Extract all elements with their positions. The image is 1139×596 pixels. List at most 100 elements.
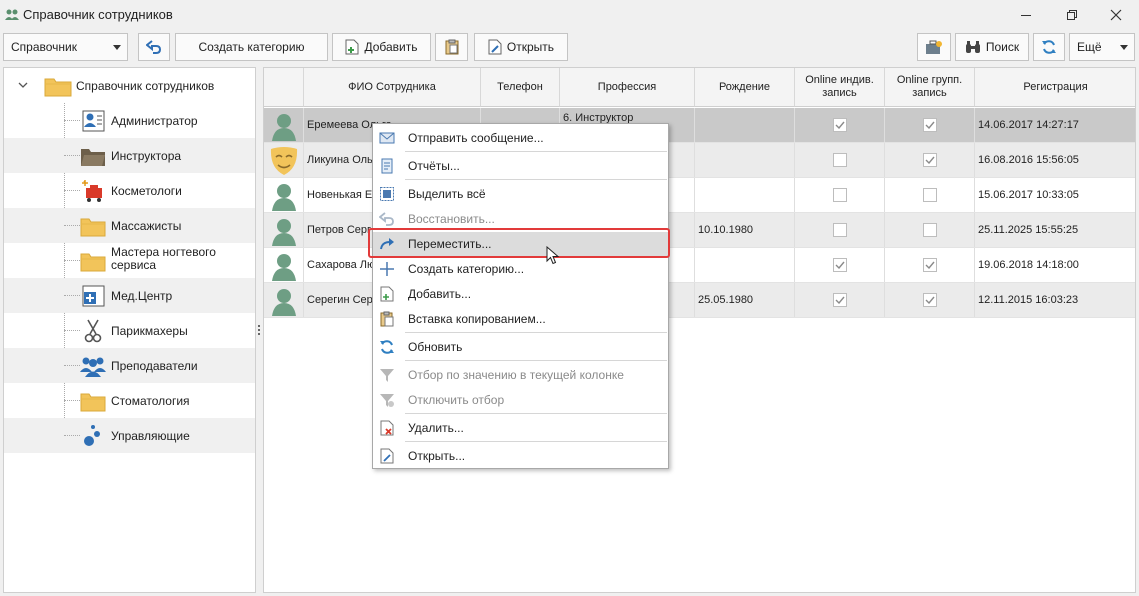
column-header-online-group[interactable]: Online групп. запись bbox=[885, 68, 975, 107]
checkbox[interactable] bbox=[923, 153, 937, 167]
context-menu: Отправить сообщение... Отчёты... Выделит… bbox=[372, 123, 669, 469]
cell-birth: 25.05.1980 bbox=[695, 283, 795, 317]
checkmark-icon bbox=[835, 261, 845, 269]
add-label: Добавить bbox=[364, 40, 418, 54]
column-header-avatar[interactable] bbox=[264, 68, 304, 107]
role-button[interactable] bbox=[917, 33, 951, 61]
app-people-icon bbox=[5, 9, 19, 20]
menu-item-disable-filter[interactable]: Отключить отбор bbox=[373, 388, 668, 412]
undo-icon bbox=[146, 40, 162, 54]
report-icon bbox=[381, 158, 393, 174]
menu-item-select-all[interactable]: Выделить всё bbox=[373, 182, 668, 206]
message-icon bbox=[379, 132, 395, 144]
tree-item-nail-masters[interactable]: Мастера ногтевого сервиса bbox=[4, 243, 255, 278]
tree-root-label: Справочник сотрудников bbox=[76, 79, 215, 93]
checkbox[interactable] bbox=[923, 188, 937, 202]
create-category-label: Создать категорию bbox=[198, 40, 305, 54]
cell-registration: 16.08.2016 15:56:05 bbox=[975, 143, 1135, 177]
tree-item-administrator[interactable]: Администратор bbox=[4, 103, 255, 138]
checkmark-icon bbox=[925, 121, 935, 129]
highlight-annotation bbox=[368, 228, 670, 258]
mask-icon bbox=[270, 147, 298, 175]
column-header-birth[interactable]: Рождение bbox=[695, 68, 795, 107]
tree-item-medical-center[interactable]: Мед.Центр bbox=[4, 278, 255, 313]
search-button[interactable]: Поиск bbox=[955, 33, 1029, 61]
tree-item-hairdressers[interactable]: Парикмахеры bbox=[4, 313, 255, 348]
column-header-online-individual[interactable]: Online индив. запись bbox=[795, 68, 885, 107]
plus-icon bbox=[380, 262, 394, 276]
person-icon bbox=[272, 289, 296, 316]
cell-online-group bbox=[885, 143, 975, 177]
checkmark-icon bbox=[835, 121, 845, 129]
column-header-phone[interactable]: Телефон bbox=[481, 68, 560, 107]
tree-item-dentistry[interactable]: Стоматология bbox=[4, 383, 255, 418]
tree-item-label: Стоматология bbox=[111, 394, 190, 408]
checkbox[interactable] bbox=[923, 258, 937, 272]
menu-item-delete[interactable]: Удалить... bbox=[373, 416, 668, 440]
tree-item-teachers[interactable]: Преподаватели bbox=[4, 348, 255, 383]
menu-item-send-message[interactable]: Отправить сообщение... bbox=[373, 126, 668, 150]
cell-avatar bbox=[264, 248, 304, 282]
open-doc-icon bbox=[488, 39, 502, 55]
mouse-cursor-icon bbox=[546, 246, 560, 265]
close-button[interactable] bbox=[1093, 0, 1139, 30]
minimize-button[interactable] bbox=[1003, 0, 1049, 30]
undo-button[interactable] bbox=[138, 33, 170, 61]
checkbox[interactable] bbox=[923, 118, 937, 132]
checkmark-icon bbox=[925, 296, 935, 304]
tree-item-label: Мед.Центр bbox=[111, 289, 173, 303]
checkbox[interactable] bbox=[923, 223, 937, 237]
menu-item-open[interactable]: Открыть... bbox=[373, 444, 668, 468]
checkbox[interactable] bbox=[833, 188, 847, 202]
column-header-name[interactable]: ФИО Сотрудника bbox=[304, 68, 481, 107]
tree-item-label: Массажисты bbox=[111, 219, 182, 233]
chevron-down-icon[interactable] bbox=[18, 82, 28, 89]
tree-root-item[interactable]: Справочник сотрудников bbox=[4, 68, 255, 103]
menu-item-paste-copy[interactable]: Вставка копированием... bbox=[373, 307, 668, 331]
menu-item-filter-by-value[interactable]: Отбор по значению в текущей колонке bbox=[373, 363, 668, 387]
create-category-button[interactable]: Создать категорию bbox=[175, 33, 328, 61]
mode-select-value: Справочник bbox=[11, 40, 77, 54]
cell-online-individual bbox=[795, 108, 885, 142]
admin-card-icon bbox=[82, 110, 105, 132]
checkmark-icon bbox=[925, 261, 935, 269]
paste-button[interactable] bbox=[435, 33, 468, 61]
checkbox[interactable] bbox=[923, 293, 937, 307]
tree-item-masseurs[interactable]: Массажисты bbox=[4, 208, 255, 243]
tree-item-label: Косметологи bbox=[111, 184, 182, 198]
checkbox[interactable] bbox=[833, 153, 847, 167]
menu-item-reports[interactable]: Отчёты... bbox=[373, 154, 668, 178]
refresh-icon bbox=[1042, 40, 1056, 54]
more-select[interactable]: Ещё bbox=[1069, 33, 1135, 61]
person-icon bbox=[272, 184, 296, 211]
checkmark-icon bbox=[835, 296, 845, 304]
cell-registration: 15.06.2017 10:33:05 bbox=[975, 178, 1135, 212]
panel-splitter[interactable] bbox=[256, 67, 263, 593]
column-header-registration[interactable]: Регистрация bbox=[975, 68, 1135, 107]
cell-online-individual bbox=[795, 248, 885, 282]
cell-registration: 25.11.2025 15:55:25 bbox=[975, 213, 1135, 247]
checkbox[interactable] bbox=[833, 258, 847, 272]
add-doc-icon bbox=[345, 39, 359, 55]
checkbox[interactable] bbox=[833, 118, 847, 132]
tree-item-managers[interactable]: Управляющие bbox=[4, 418, 255, 453]
paste-icon bbox=[445, 39, 458, 55]
restore-button[interactable] bbox=[1049, 0, 1095, 30]
menu-item-add[interactable]: Добавить... bbox=[373, 282, 668, 306]
checkbox[interactable] bbox=[833, 293, 847, 307]
menu-item-create-category[interactable]: Создать категорию... bbox=[373, 257, 668, 281]
open-button[interactable]: Открыть bbox=[474, 33, 568, 61]
tree-item-instructors[interactable]: Инструктора bbox=[4, 138, 255, 173]
people-icon bbox=[80, 357, 106, 377]
add-button[interactable]: Добавить bbox=[332, 33, 431, 61]
tree-item-cosmetologists[interactable]: Косметологи bbox=[4, 173, 255, 208]
cell-registration: 19.06.2018 14:18:00 bbox=[975, 248, 1135, 282]
menu-item-refresh[interactable]: Обновить bbox=[373, 335, 668, 359]
checkbox[interactable] bbox=[833, 223, 847, 237]
column-header-profession[interactable]: Профессия bbox=[560, 68, 695, 107]
cell-birth: 10.10.1980 bbox=[695, 213, 795, 247]
folder-icon bbox=[80, 218, 106, 237]
open-doc-icon bbox=[380, 448, 394, 464]
mode-select[interactable]: Справочник bbox=[3, 33, 128, 61]
refresh-button[interactable] bbox=[1033, 33, 1065, 61]
